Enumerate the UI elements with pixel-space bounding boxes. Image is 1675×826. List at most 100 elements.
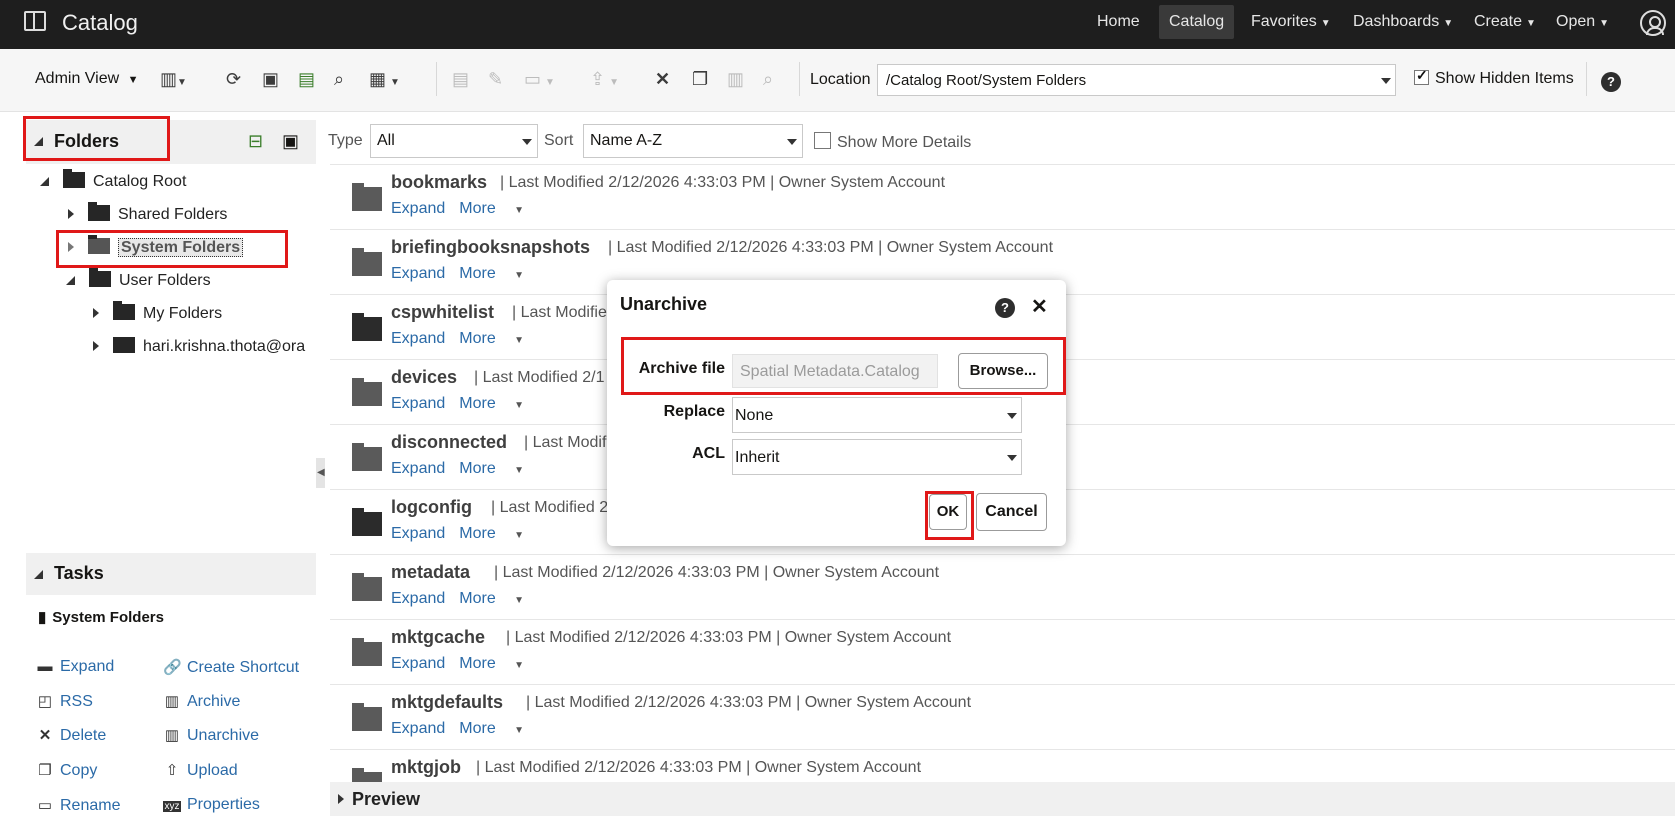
item-name[interactable]: disconnected: [391, 432, 507, 453]
preview-panel-header[interactable]: Preview: [330, 782, 1675, 816]
task-properties[interactable]: xyz Properties: [163, 796, 260, 814]
replace-dropdown[interactable]: None: [732, 397, 1022, 433]
nav-catalog[interactable]: Catalog: [1159, 5, 1235, 39]
expand-icon: [68, 209, 74, 219]
task-create-shortcut[interactable]: 🔗 Create Shortcut: [163, 658, 299, 677]
copy-icon[interactable]: ❐: [692, 69, 708, 90]
task-rss[interactable]: ◰ RSS: [36, 692, 93, 711]
tree-item-shared-folders[interactable]: Shared Folders: [68, 202, 227, 224]
folder-icon: [352, 703, 382, 731]
expand-link[interactable]: Expand: [391, 590, 445, 607]
expand-link[interactable]: Expand: [391, 655, 445, 672]
task-archive[interactable]: ▥ Archive: [163, 692, 240, 711]
tree-item-user-home[interactable]: hari.krishna.thota@ora: [93, 337, 311, 356]
nav-create[interactable]: Create ▼: [1474, 13, 1536, 31]
expand-link[interactable]: Expand: [391, 720, 445, 737]
show-hidden-toggle[interactable]: Show Hidden Items: [1414, 67, 1574, 88]
app-brand[interactable]: Catalog: [24, 10, 138, 36]
table-view-icon[interactable]: ▦ ▼: [369, 69, 400, 90]
close-icon[interactable]: ✕: [1031, 294, 1048, 319]
expand-link[interactable]: Expand: [391, 330, 445, 347]
new-folder-icon[interactable]: ▣: [282, 131, 299, 152]
item-name[interactable]: cspwhitelist: [391, 302, 494, 323]
expand-link[interactable]: Expand: [391, 525, 445, 542]
chevron-down-icon: [1007, 413, 1017, 419]
acl-dropdown[interactable]: Inherit: [732, 439, 1022, 475]
sort-dropdown[interactable]: Name A-Z: [583, 124, 803, 158]
task-delete[interactable]: ✕ Delete: [36, 726, 107, 745]
type-dropdown[interactable]: All: [370, 124, 538, 158]
search-icon[interactable]: ⌕: [334, 69, 344, 90]
task-upload[interactable]: ⇧ Upload: [163, 761, 238, 780]
more-link[interactable]: More ▼: [459, 265, 538, 282]
task-unarchive[interactable]: ▥ Unarchive: [163, 726, 259, 745]
paste-icon[interactable]: ▥: [727, 69, 744, 90]
item-name[interactable]: briefingbooksnapshots: [391, 237, 590, 258]
help-icon[interactable]: ?: [1601, 72, 1621, 92]
properties-icon[interactable]: ▤: [452, 69, 469, 90]
open-folder-icon[interactable]: ▤: [298, 69, 315, 90]
item-name[interactable]: mktgjob: [391, 757, 461, 778]
nav-open[interactable]: Open ▼: [1556, 13, 1609, 31]
show-hidden-checkbox[interactable]: [1414, 67, 1429, 85]
nav-home[interactable]: Home: [1097, 13, 1140, 31]
highlight-box: [925, 491, 974, 540]
item-name[interactable]: bookmarks: [391, 172, 487, 193]
delete-icon[interactable]: ✕: [655, 69, 670, 90]
tree-item-user-folders[interactable]: User Folders: [66, 268, 211, 290]
location-label: Location: [810, 71, 871, 88]
nav-favorites[interactable]: Favorites ▼: [1251, 13, 1331, 31]
task-rename[interactable]: ▭ Rename: [36, 796, 121, 815]
list-item[interactable]: metadata | Last Modified 2/12/2026 4:33:0…: [330, 554, 1675, 620]
list-item[interactable]: mktgcache | Last Modified 2/12/2026 4:33:…: [330, 619, 1675, 685]
item-name[interactable]: mktgdefaults: [391, 692, 503, 713]
more-link[interactable]: More ▼: [459, 525, 538, 542]
more-link[interactable]: More ▼: [459, 460, 538, 477]
expand-link[interactable]: Expand: [391, 200, 445, 217]
item-links: Expand More ▼: [391, 525, 552, 543]
new-folder-icon[interactable]: ▣: [262, 69, 279, 90]
task-copy[interactable]: ❐ Copy: [36, 761, 97, 780]
column-chart-icon[interactable]: ▥▼: [160, 69, 187, 90]
archive-icon: ▥: [164, 693, 180, 710]
panel-splitter[interactable]: ◀: [316, 458, 325, 488]
item-modified: | Last Modified 2: [491, 499, 609, 516]
edit-icon[interactable]: ✎: [488, 69, 503, 90]
view-selector[interactable]: Admin View ▼: [35, 70, 139, 88]
refresh-icon[interactable]: ⟳: [226, 69, 241, 90]
task-expand[interactable]: ▬ Expand: [36, 658, 115, 676]
nav-dashboards[interactable]: Dashboards ▼: [1353, 13, 1453, 31]
share-icon[interactable]: ⇪ ▼: [590, 69, 619, 90]
more-link[interactable]: More ▼: [459, 395, 538, 412]
expand-link[interactable]: Expand: [391, 460, 445, 477]
item-name[interactable]: metadata: [391, 562, 470, 583]
more-link[interactable]: More ▼: [459, 200, 538, 217]
print-icon[interactable]: ▭ ▼: [524, 69, 555, 90]
more-link[interactable]: More ▼: [459, 330, 538, 347]
cancel-button[interactable]: Cancel: [976, 493, 1047, 531]
list-item[interactable]: mktgdefaults | Last Modified 2/12/2026 4:…: [330, 684, 1675, 750]
item-name[interactable]: mktgcache: [391, 627, 485, 648]
more-link[interactable]: More ▼: [459, 720, 538, 737]
expand-link[interactable]: Expand: [391, 395, 445, 412]
expand-link[interactable]: Expand: [391, 265, 445, 282]
tree-item-my-folders[interactable]: My Folders: [93, 301, 222, 323]
toolbar-divider: [1586, 62, 1587, 96]
help-icon[interactable]: ?: [995, 298, 1015, 318]
item-name[interactable]: logconfig: [391, 497, 472, 518]
sort-value: Name A-Z: [590, 132, 663, 149]
list-item[interactable]: mktgjob | Last Modified 2/12/2026 4:33:03…: [330, 749, 1675, 783]
tree-view-icon[interactable]: ⊟: [248, 131, 263, 152]
tree-item-label: hari.krishna.thota@ora: [143, 338, 306, 355]
more-details-toggle[interactable]: Show More Details: [814, 132, 971, 152]
location-dropdown[interactable]: /Catalog Root/System Folders: [877, 64, 1396, 96]
user-avatar-icon[interactable]: [1640, 10, 1666, 36]
list-item[interactable]: bookmarks | Last Modified 2/12/2026 4:33:…: [330, 164, 1675, 230]
collapse-icon[interactable]: [34, 570, 43, 579]
more-link[interactable]: More ▼: [459, 655, 538, 672]
item-name[interactable]: devices: [391, 367, 457, 388]
more-link[interactable]: More ▼: [459, 590, 538, 607]
zoom-icon[interactable]: ⌕: [763, 69, 773, 90]
more-details-checkbox[interactable]: [814, 132, 831, 149]
tree-item-catalog-root[interactable]: Catalog Root: [40, 169, 186, 191]
